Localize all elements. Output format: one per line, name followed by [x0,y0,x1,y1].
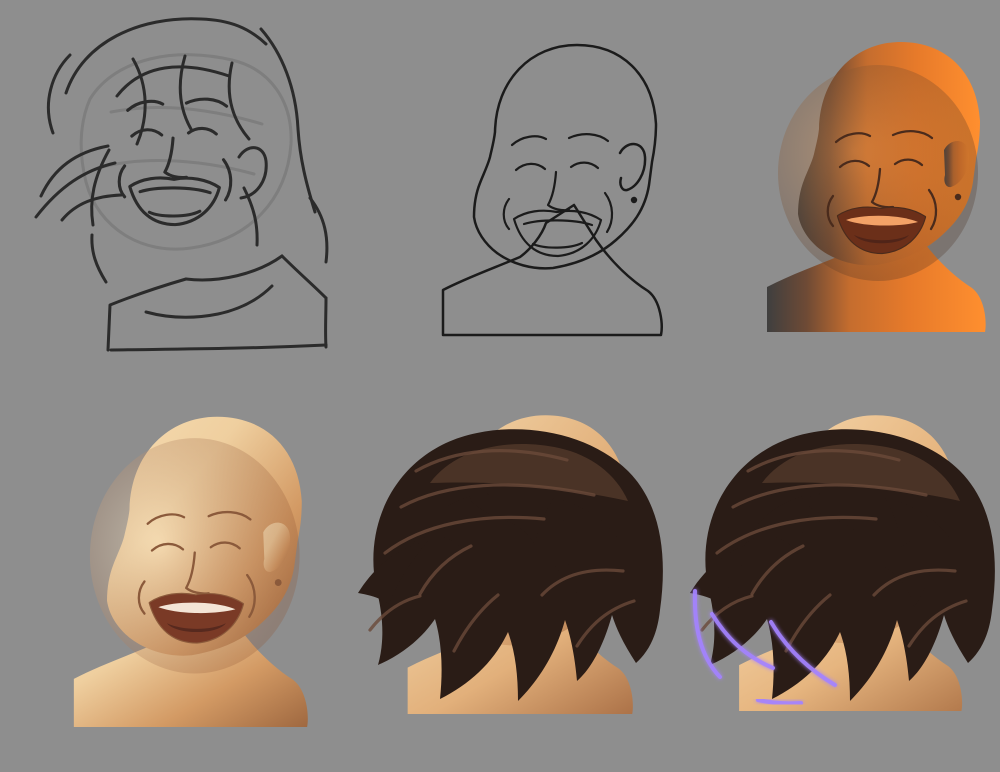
skin-render-panel [55,410,345,740]
orange-underpainting-icon [767,42,986,332]
lineart-panel [388,35,670,355]
skin-render-icon [73,416,308,727]
underpainting-panel [720,40,1000,360]
clean-lineart-icon [441,43,663,337]
artwork-canvas [0,0,1000,772]
rim-light-icon [690,415,995,711]
hair-render-icon [358,415,663,714]
hair-render-panel [345,405,675,750]
sketch-panel [20,12,340,357]
rim-light-final-panel [675,405,1000,750]
rough-sketch-icon [34,17,329,352]
